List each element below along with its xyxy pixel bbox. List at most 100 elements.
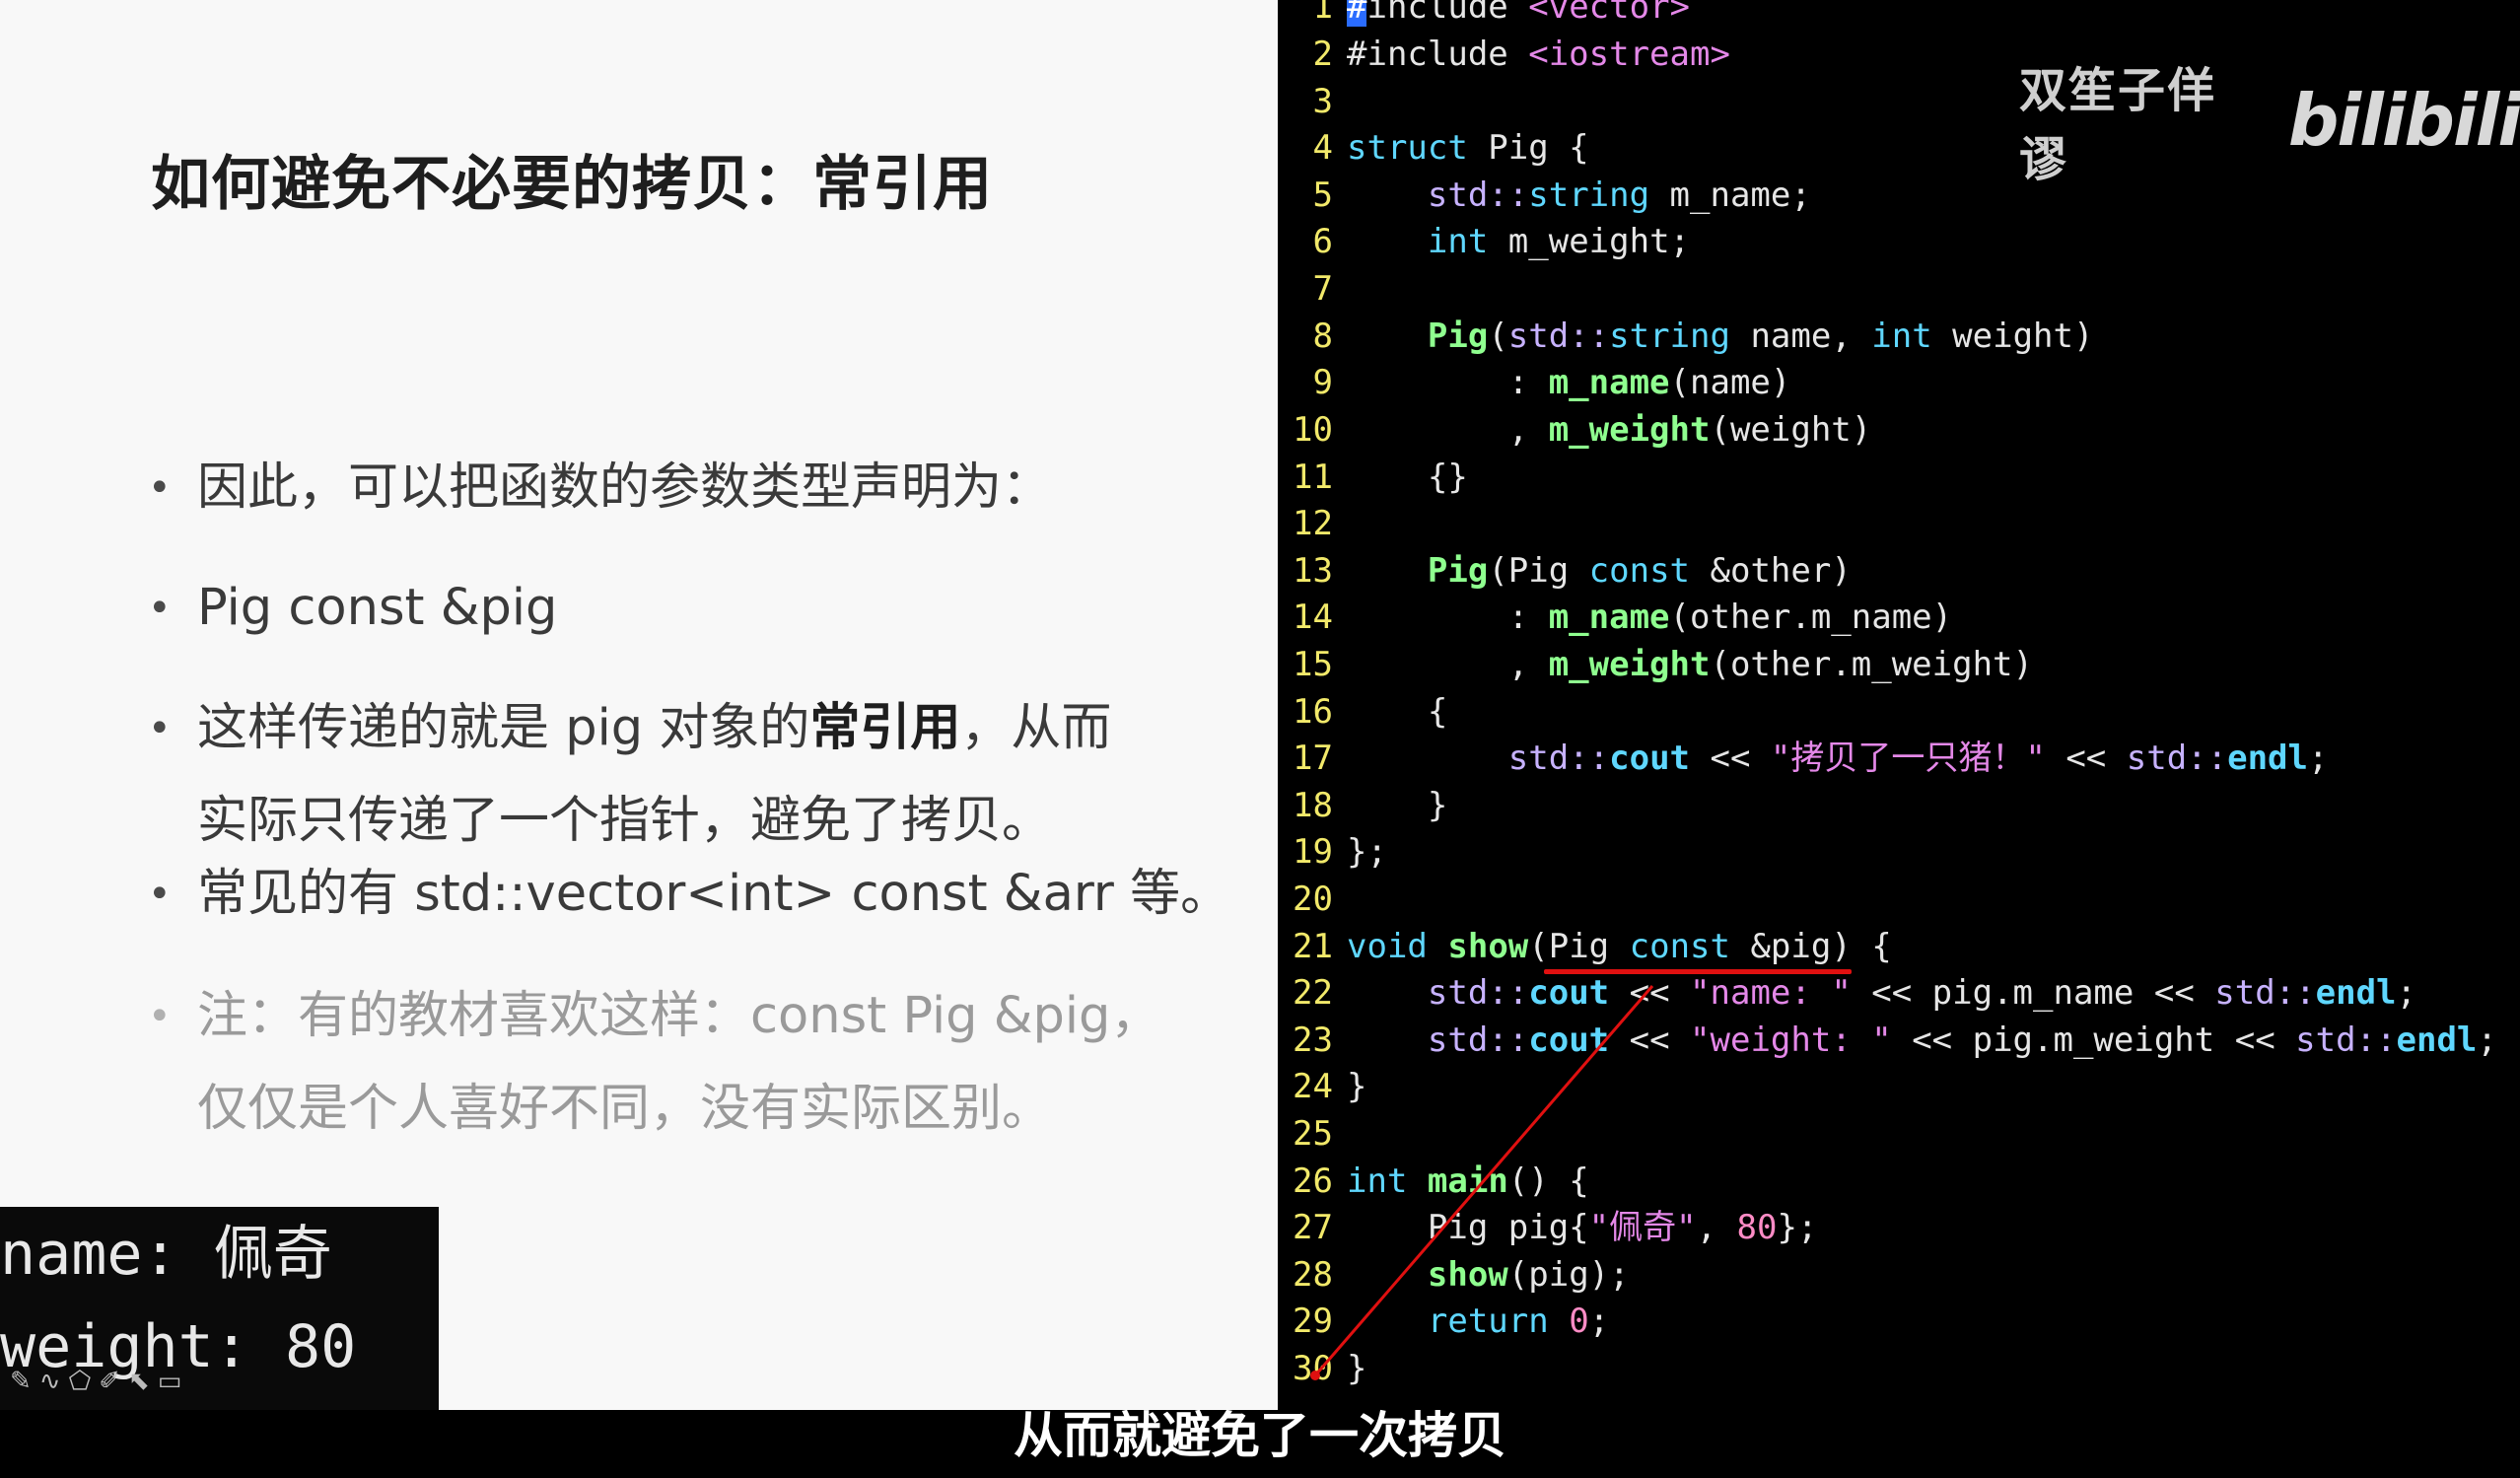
code-line: 5 std::string m_name;	[1278, 173, 1811, 220]
bullet-dot-icon: •	[148, 465, 172, 511]
code-line: 26 int main() {	[1278, 1159, 1589, 1206]
code-text: std::string m_name;	[1427, 176, 1811, 215]
line-number: 5	[1312, 176, 1333, 215]
bullet-item: • 这样传递的就是 pig 对象的常引用，从而 实际只传递了一个指针，避免了拷贝。	[148, 682, 1111, 868]
bullet-item: • 因此，可以把函数的参数类型声明为：	[148, 442, 1052, 534]
code-text: , m_weight(weight)	[1347, 410, 1872, 450]
line-number: 18	[1293, 786, 1333, 825]
video-subtitle: 从而就避免了一次拷贝	[1014, 1407, 1506, 1464]
code-text: Pig(Pig const &other)	[1427, 551, 1852, 591]
watermark-author: 双笙子佯谬	[2019, 63, 2217, 187]
line-number: 9	[1312, 363, 1333, 402]
line-number: 19	[1293, 832, 1333, 872]
code-text: int m_weight;	[1427, 222, 1691, 261]
line-number: 10	[1293, 410, 1333, 450]
line-number: 22	[1293, 973, 1333, 1013]
line-number: 2	[1312, 35, 1333, 74]
bullet-item-note: • 注：有的教材喜欢这样：const Pig &pig， 仅仅是个人喜好不同，没有…	[148, 970, 1160, 1156]
slide-title: 如何避免不必要的拷贝：常引用	[151, 150, 993, 219]
code-text: include <vector>	[1366, 0, 1691, 27]
code-line: 18 }	[1278, 783, 1447, 830]
bilibili-logo: bilibili	[2287, 79, 2520, 162]
line-number: 6	[1312, 222, 1333, 261]
bullet-bold-term: 常引用	[809, 699, 961, 757]
line-number: 8	[1312, 317, 1333, 356]
line-number: 24	[1293, 1067, 1333, 1106]
text-cursor: #	[1347, 0, 1367, 27]
line-number: 12	[1293, 504, 1333, 543]
line-number: 14	[1293, 598, 1333, 637]
bullet-text-line2: 实际只传递了一个指针，避免了拷贝。	[197, 792, 1053, 850]
code-line: 17 std::cout << "拷贝了一只猪！" << std::endl;	[1278, 736, 2328, 783]
code-text: };	[1347, 832, 1387, 872]
bullet-dot-icon: •	[148, 994, 172, 1039]
line-number: 23	[1293, 1021, 1333, 1060]
code-text: show(pig);	[1427, 1255, 1630, 1295]
code-line: 21 void show(Pig const &pig) {	[1278, 924, 1892, 971]
bullet-text: 常见的有 std::vector<int> const &arr 等。	[197, 865, 1231, 923]
line-number: 4	[1312, 128, 1333, 168]
code-line: 22 std::cout << "name: " << pig.m_name <…	[1278, 970, 2416, 1018]
code-line: 11 {}	[1278, 455, 1468, 502]
bullet-text: 注：有的教材喜欢这样：const Pig &pig， 仅仅是个人喜好不同，没有实际…	[197, 970, 1160, 1156]
code-text: return 0;	[1427, 1302, 1610, 1341]
code-line: 24}	[1278, 1064, 1366, 1111]
code-line: 19};	[1278, 829, 1387, 877]
code-line: 29 return 0;	[1278, 1299, 1609, 1346]
bullet-dot-icon: •	[148, 706, 172, 751]
code-text: Pig pig{"佩奇", 80};	[1347, 1208, 1818, 1247]
line-number: 28	[1293, 1255, 1333, 1295]
code-text: }	[1347, 786, 1448, 825]
slide-panel: 如何避免不必要的拷贝：常引用 • 因此，可以把函数的参数类型声明为： • Pig…	[0, 0, 1278, 1410]
bullet-text: 这样传递的就是 pig 对象的常引用，从而 实际只传递了一个指针，避免了拷贝。	[197, 682, 1111, 868]
code-line: 9 : m_name(name)	[1278, 360, 1791, 407]
line-number: 16	[1293, 692, 1333, 732]
bullet-dot-icon: •	[148, 872, 172, 917]
line-number: 11	[1293, 457, 1333, 497]
code-line: 30}	[1278, 1346, 1366, 1393]
code-text: {	[1347, 692, 1448, 732]
code-line: 10 , m_weight(weight)	[1278, 407, 1871, 455]
code-line: 7	[1278, 266, 1347, 314]
line-number: 20	[1293, 880, 1333, 919]
code-line: 25	[1278, 1111, 1347, 1159]
line-number: 15	[1293, 645, 1333, 684]
console-line: name: 佩奇	[0, 1220, 332, 1289]
code-line: 15 , m_weight(other.m_weight)	[1278, 642, 2033, 689]
annotation-tools-icons[interactable]: ✎∿⬠✐⬉▭	[10, 1367, 189, 1396]
line-number: 7	[1312, 269, 1333, 309]
code-text: : m_name(other.m_name)	[1347, 598, 1953, 637]
watermark: 双笙子佯谬 bilibili	[2019, 51, 2520, 189]
line-number: 27	[1293, 1208, 1333, 1247]
code-text: }	[1347, 1349, 1367, 1388]
bullet-text-line2: 仅仅是个人喜好不同，没有实际区别。	[197, 1080, 1053, 1138]
line-number: 1	[1312, 0, 1333, 27]
code-line: 1 #include <vector>	[1278, 0, 1690, 32]
code-line: 28 show(pig);	[1278, 1252, 1630, 1300]
code-line: 3	[1278, 79, 1347, 126]
code-line: 4 struct Pig {	[1278, 125, 1589, 173]
code-text: Pig(std::string name, int weight)	[1427, 317, 2094, 356]
line-number: 25	[1293, 1114, 1333, 1154]
code-text: std::cout << "weight: " << pig.m_weight …	[1427, 1021, 2497, 1060]
code-text: std::cout << "name: " << pig.m_name << s…	[1427, 973, 2416, 1013]
code-line: 13 Pig(Pig const &other)	[1278, 548, 1852, 596]
line-number: 3	[1312, 82, 1333, 121]
code-text: {}	[1347, 457, 1468, 497]
line-number: 29	[1293, 1302, 1333, 1341]
code-line: 16 {	[1278, 689, 1447, 737]
line-number: 17	[1293, 739, 1333, 778]
code-editor[interactable]: 1 #include <vector> 2 #include <iostream> …	[1278, 0, 2520, 1410]
line-number: 30	[1293, 1349, 1333, 1388]
code-text: std::cout << "拷贝了一只猪！" << std::endl;	[1507, 739, 2329, 778]
code-line: 12	[1278, 501, 1347, 548]
code-line: 23 std::cout << "weight: " << pig.m_weig…	[1278, 1018, 2497, 1065]
line-number: 13	[1293, 551, 1333, 591]
code-line: 27 Pig pig{"佩奇", 80};	[1278, 1205, 1817, 1252]
code-line: 14 : m_name(other.m_name)	[1278, 595, 1952, 642]
code-text: , m_weight(other.m_weight)	[1347, 645, 2033, 684]
code-line: 20	[1278, 877, 1347, 924]
bullet-text: 因此，可以把函数的参数类型声明为：	[197, 458, 1053, 517]
code-text: : m_name(name)	[1347, 363, 1791, 402]
code-text: struct Pig {	[1347, 128, 1589, 168]
